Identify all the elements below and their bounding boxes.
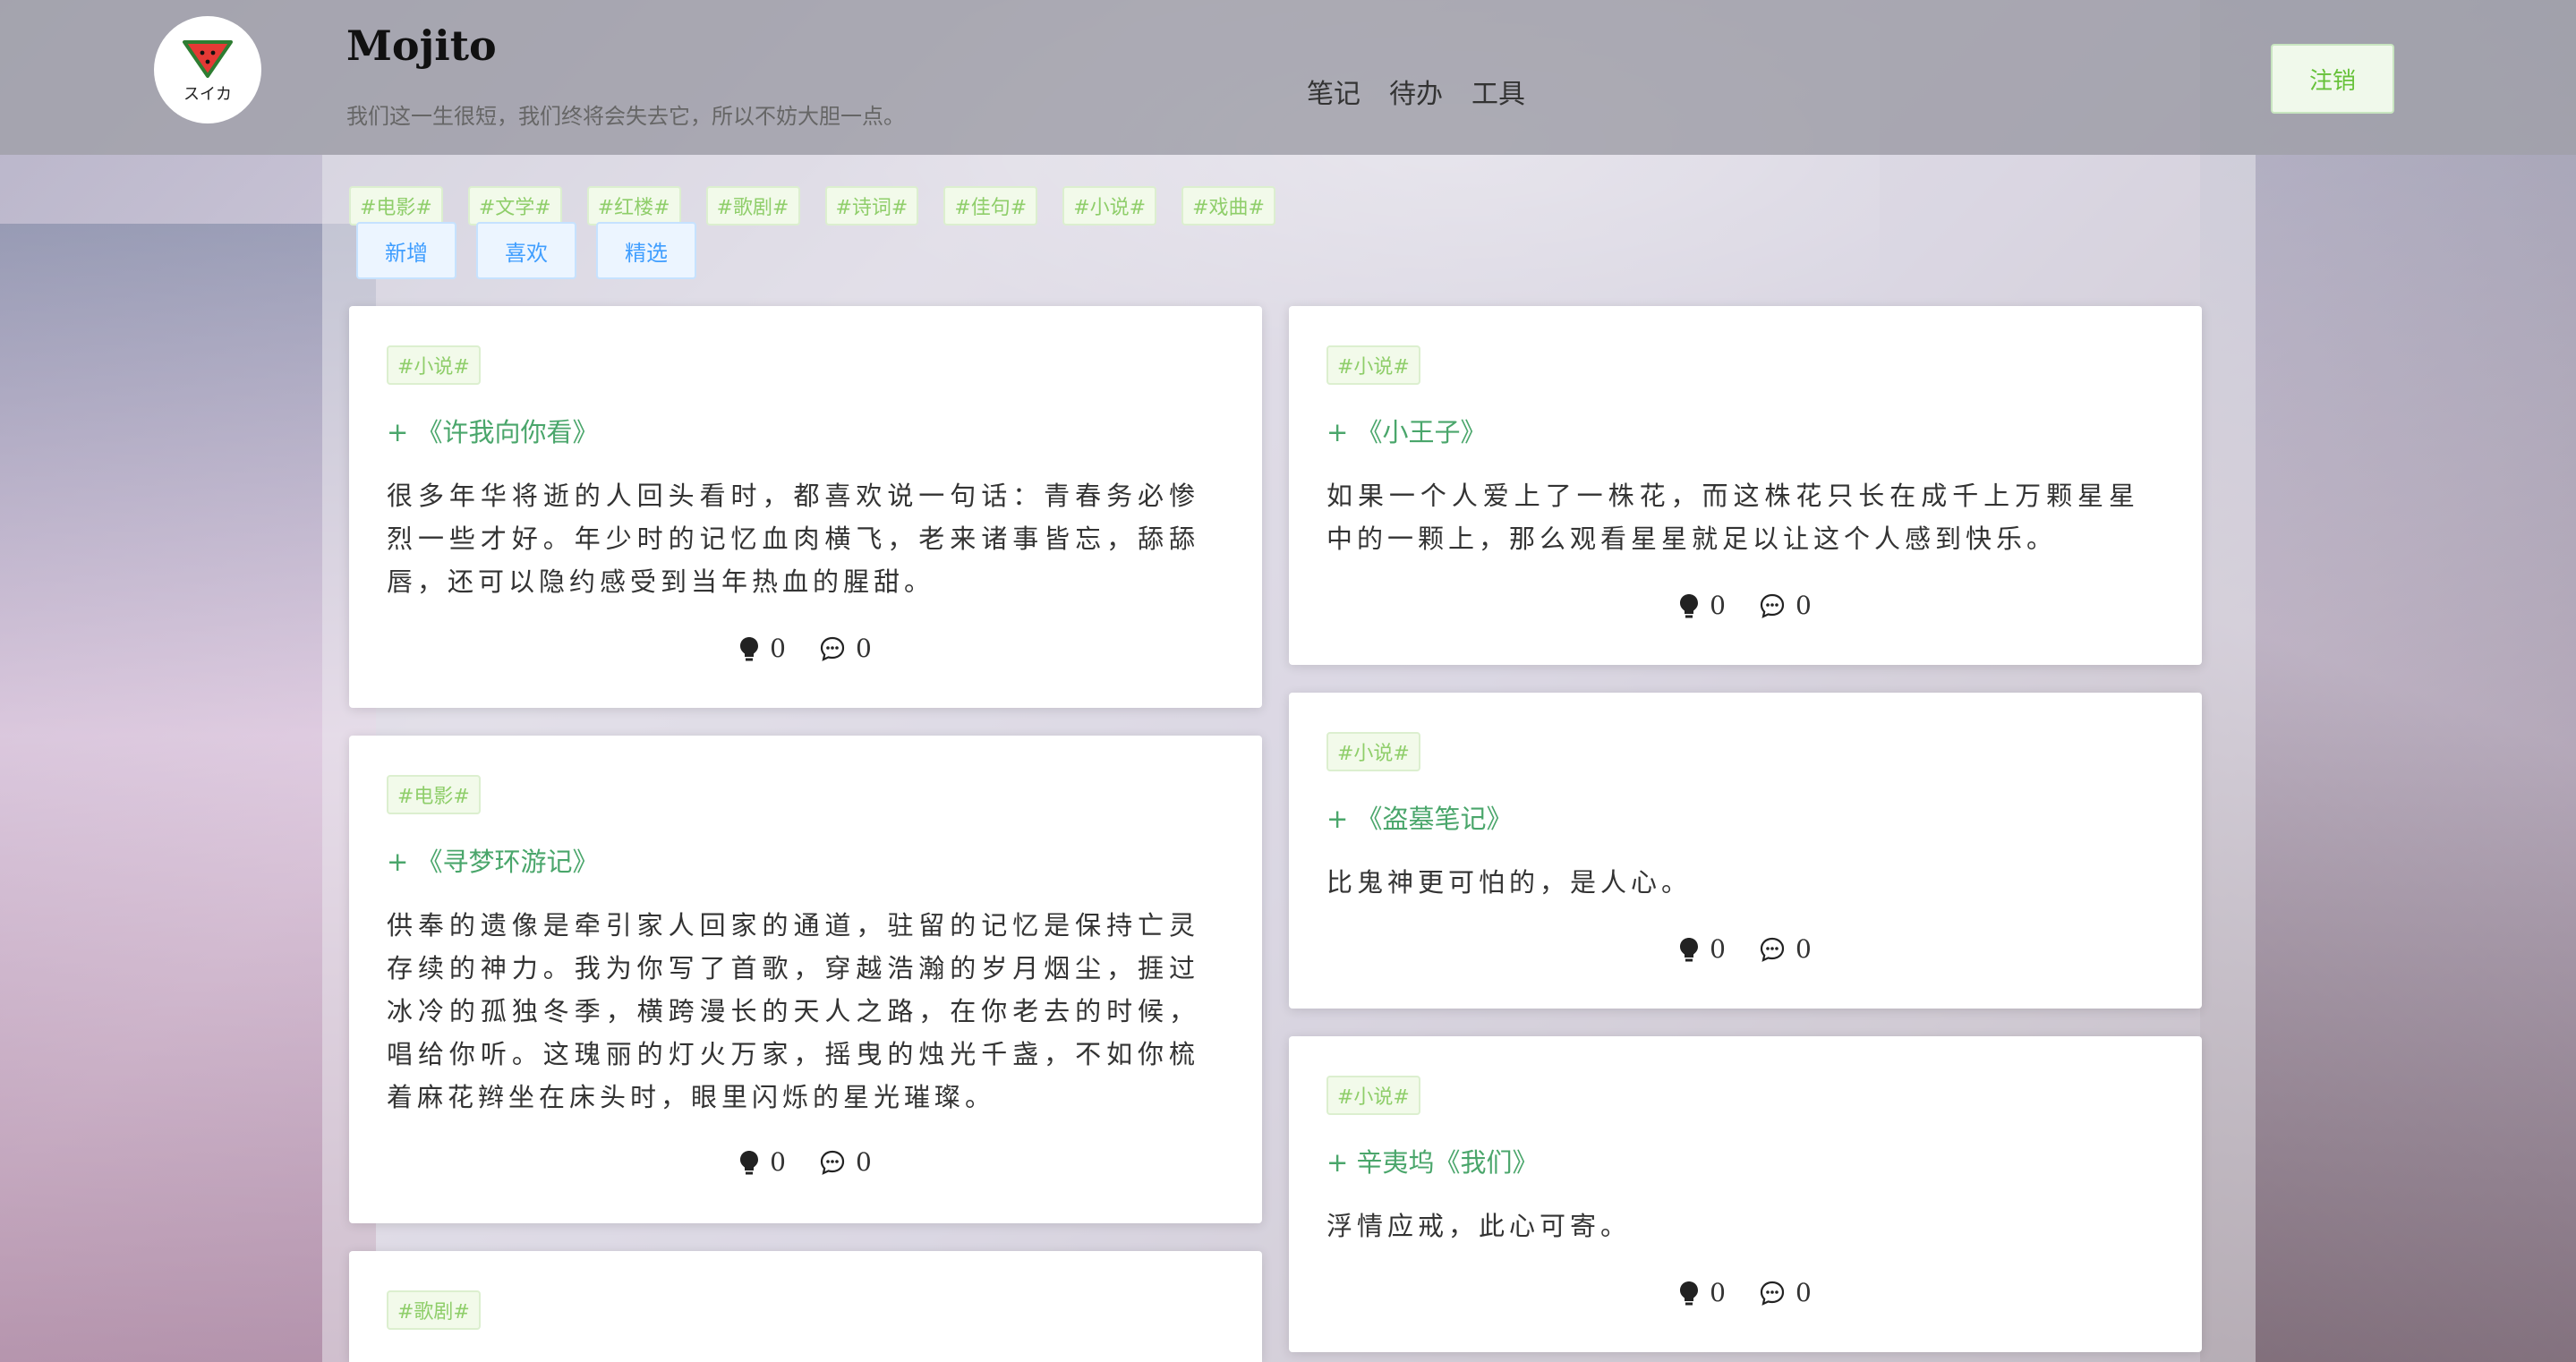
tag-filter-drama[interactable]: #戏曲# <box>1181 186 1275 226</box>
card-content: 浮情应戒，此心可寄。 <box>1326 1211 1632 1241</box>
comment-counter[interactable]: 0 <box>1760 934 1812 964</box>
comment-icon <box>820 1150 845 1175</box>
tag-filter-bar: #电影# #文学# #红楼# #歌剧# #诗词# #佳句# #小说# #戏曲# <box>349 186 1275 226</box>
background-art <box>0 224 376 1362</box>
comment-counter[interactable]: 0 <box>820 634 872 663</box>
like-counter[interactable]: 0 <box>1679 934 1726 964</box>
tag-filter-novel[interactable]: #小说# <box>1062 186 1157 226</box>
card-title[interactable]: + 《许我向你看》 <box>387 412 599 449</box>
like-count: 0 <box>1710 591 1726 620</box>
like-count: 0 <box>770 634 786 663</box>
bulb-icon <box>740 1150 759 1174</box>
card-stats: 0 0 <box>1289 1278 2202 1307</box>
like-counter[interactable]: 0 <box>739 1147 786 1177</box>
nav-item-tools[interactable]: 工具 <box>1471 72 1525 111</box>
like-count: 0 <box>770 1147 786 1177</box>
tag-filter-movie[interactable]: #电影# <box>349 186 443 226</box>
logo-text: スイカ <box>183 85 232 104</box>
main-nav: 笔记 待办 工具 <box>1307 72 1525 111</box>
top-header: スイカ Mojito 我们这一生很短，我们终将会失去它，所以不妨大胆一点。 笔记… <box>0 0 2576 155</box>
tag-filter-literature[interactable]: #文学# <box>467 186 562 226</box>
card-title[interactable]: + 《盗墓笔记》 <box>1326 798 1513 836</box>
note-card[interactable]: #小说# + 《许我向你看》 很多年华将逝的人回头看时，都喜欢说一句话：青春务必… <box>349 306 1262 708</box>
like-counter[interactable]: 0 <box>1679 591 1726 620</box>
like-counter[interactable]: 0 <box>1679 1278 1726 1307</box>
watermelon-logo[interactable]: スイカ <box>154 16 261 123</box>
like-counter[interactable]: 0 <box>739 634 786 663</box>
comment-count: 0 <box>856 1147 872 1177</box>
site-title: Mojito <box>346 21 497 70</box>
like-count: 0 <box>1710 934 1726 964</box>
note-card[interactable]: #小说# + 《小王子》 如果一个人爱上了一株花，而这株花只长在成千上万颗星星中… <box>1289 306 2202 665</box>
card-content: 供奉的遗像是牵引家人回家的通道，驻留的记忆是保持亡灵存续的神力。我为你写了首歌，… <box>387 910 1199 1112</box>
card-content: 很多年华将逝的人回头看时，都喜欢说一句话：青春务必惨烈一些才好。年少时的记忆血肉… <box>387 481 1199 597</box>
like-count: 0 <box>1710 1278 1726 1307</box>
note-card[interactable]: #电影# + 《寻梦环游记》 供奉的遗像是牵引家人回家的通道，驻留的记忆是保持亡… <box>349 736 1262 1223</box>
card-tag[interactable]: #电影# <box>387 775 481 814</box>
action-buttons: 新增 喜欢 精选 <box>356 222 696 279</box>
card-stats: 0 0 <box>1289 934 2202 964</box>
card-tag[interactable]: #小说# <box>1326 732 1420 771</box>
comment-icon <box>1760 593 1785 618</box>
bulb-icon <box>1680 593 1699 617</box>
comment-count: 0 <box>1796 591 1812 620</box>
featured-button[interactable]: 精选 <box>596 222 696 279</box>
tag-filter-poetry[interactable]: #诗词# <box>824 186 919 226</box>
note-card[interactable]: #小说# + 辛夷坞《我们》 浮情应戒，此心可寄。 0 0 <box>1289 1036 2202 1352</box>
comment-counter[interactable]: 0 <box>1760 591 1812 620</box>
background-art-right <box>2200 0 2576 1362</box>
favorites-button[interactable]: 喜欢 <box>476 222 576 279</box>
card-tag[interactable]: #歌剧# <box>387 1290 481 1330</box>
card-title[interactable]: + 辛夷坞《我们》 <box>1326 1142 1539 1179</box>
bulb-icon <box>1680 937 1699 961</box>
tag-filter-redmansion[interactable]: #红楼# <box>586 186 681 226</box>
note-card[interactable]: #小说# + 《盗墓笔记》 比鬼神更可怕的，是人心。 0 0 <box>1289 693 2202 1009</box>
bulb-icon <box>740 636 759 660</box>
card-content: 如果一个人爱上了一株花，而这株花只长在成千上万颗星星中的一颗上，那么观看星星就足… <box>1326 481 2139 554</box>
card-stats: 0 0 <box>1289 591 2202 620</box>
bulb-icon <box>1680 1281 1699 1305</box>
site-motto: 我们这一生很短，我们终将会失去它，所以不妨大胆一点。 <box>346 104 905 129</box>
card-tag[interactable]: #小说# <box>387 345 481 385</box>
card-title[interactable]: + 《小王子》 <box>1326 412 1487 449</box>
tag-filter-quotes[interactable]: #佳句# <box>943 186 1038 226</box>
logout-button[interactable]: 注销 <box>2271 44 2394 114</box>
note-card[interactable]: #歌剧# <box>349 1251 1262 1362</box>
comment-icon <box>1760 937 1785 962</box>
comment-count: 0 <box>1796 1278 1812 1307</box>
card-stats: 0 0 <box>349 1147 1262 1177</box>
nav-item-notes[interactable]: 笔记 <box>1307 72 1361 111</box>
comment-count: 0 <box>1796 934 1812 964</box>
comment-icon <box>1760 1281 1785 1306</box>
add-button[interactable]: 新增 <box>356 222 456 279</box>
comment-count: 0 <box>856 634 872 663</box>
tag-filter-opera[interactable]: #歌剧# <box>705 186 800 226</box>
card-stats: 0 0 <box>349 634 1262 663</box>
comment-counter[interactable]: 0 <box>820 1147 872 1177</box>
card-tag[interactable]: #小说# <box>1326 345 1420 385</box>
comment-counter[interactable]: 0 <box>1760 1278 1812 1307</box>
watermelon-icon <box>183 40 233 78</box>
card-content: 比鬼神更可怕的，是人心。 <box>1326 867 1693 898</box>
comment-icon <box>820 636 845 661</box>
card-title[interactable]: + 《寻梦环游记》 <box>387 841 599 879</box>
card-tag[interactable]: #小说# <box>1326 1076 1420 1115</box>
nav-item-todo[interactable]: 待办 <box>1389 72 1443 111</box>
